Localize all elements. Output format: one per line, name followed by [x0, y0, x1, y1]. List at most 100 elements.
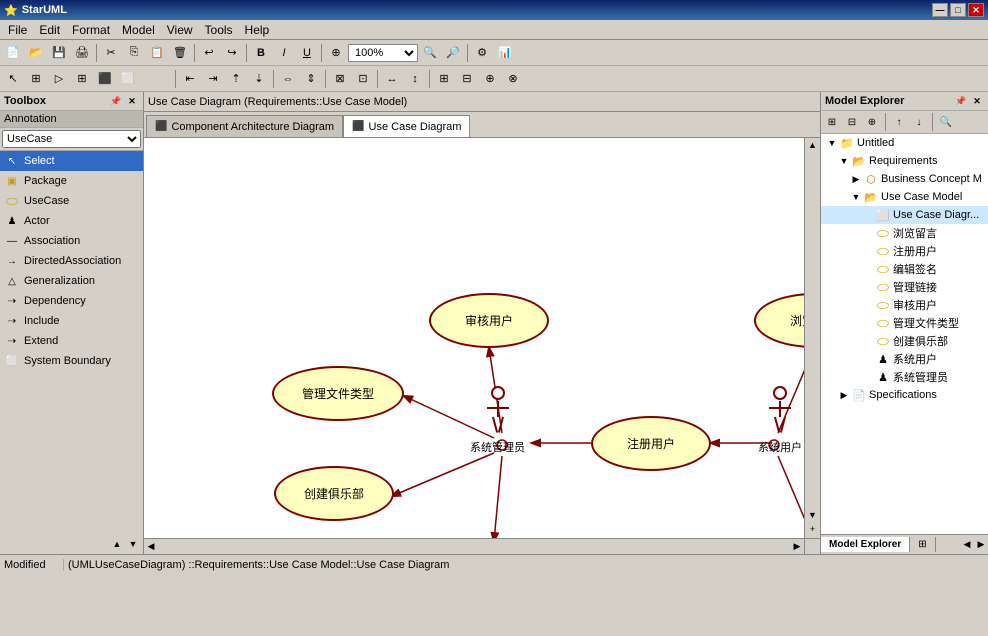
tree-exp-bc[interactable]: ▶: [849, 172, 863, 186]
tree-sysadmin[interactable]: ♟ 系统管理员: [821, 368, 988, 386]
usecase-create-club[interactable]: 创建俱乐部: [274, 466, 394, 521]
me-tab-explorer[interactable]: Model Explorer: [821, 537, 910, 552]
new-button[interactable]: 📄: [2, 42, 24, 64]
me-scroll-left[interactable]: ◀: [960, 538, 974, 552]
tree-requirements[interactable]: ▼ 📂 Requirements: [821, 152, 988, 170]
zoom-select[interactable]: 100% 75% 50% 150%: [348, 44, 418, 62]
toolbox-scroll-up[interactable]: ▲: [109, 536, 125, 552]
tb2-route2[interactable]: ↕: [404, 68, 426, 90]
me-tb4[interactable]: ↑: [890, 113, 908, 131]
zoom-out-button[interactable]: 🔎: [442, 42, 464, 64]
hscroll-left[interactable]: ◀: [144, 540, 158, 554]
tb2-b6[interactable]: ⬜: [117, 68, 139, 90]
diagram-canvas[interactable]: 审核用户 浏览留言 管理文件类型 注册用户 创建俱乐部: [144, 138, 820, 554]
tree-exp-ucd[interactable]: [861, 208, 875, 222]
tb2-size2[interactable]: ⊡: [352, 68, 374, 90]
tb2-align4[interactable]: ⇣: [248, 68, 270, 90]
menu-view[interactable]: View: [161, 21, 199, 39]
paste-button[interactable]: 📋: [146, 42, 168, 64]
cut-button[interactable]: ✂: [100, 42, 122, 64]
tree-exp-untitled[interactable]: ▼: [825, 136, 839, 150]
tab-component-arch[interactable]: ⬛ Component Architecture Diagram: [146, 115, 343, 137]
tree-create-club[interactable]: ⬭ 创建俱乐部: [821, 332, 988, 350]
tree-untitled[interactable]: ▼ 📁 Untitled: [821, 134, 988, 152]
actor-sysadmin[interactable]: 系统管理员: [470, 386, 525, 455]
tool-system-boundary[interactable]: ⬜ System Boundary: [0, 351, 143, 371]
toolbox-pin[interactable]: 📌: [109, 94, 123, 108]
tree-browse-msg[interactable]: ⬭ 浏览留言: [821, 224, 988, 242]
vscroll-down[interactable]: ▼: [806, 508, 820, 522]
tb-extra2[interactable]: 📊: [494, 42, 516, 64]
maximize-button[interactable]: □: [950, 3, 966, 17]
bold-button[interactable]: B: [250, 42, 272, 64]
tb2-dist1[interactable]: ⇔: [277, 68, 299, 90]
toolbox-scroll-down[interactable]: ▼: [125, 536, 141, 552]
tb2-extra1[interactable]: ⊞: [433, 68, 455, 90]
copy-button[interactable]: ⎘: [123, 42, 145, 64]
tb2-align1[interactable]: ⇤: [179, 68, 201, 90]
menu-model[interactable]: Model: [116, 21, 161, 39]
tool-actor[interactable]: ♟ Actor: [0, 211, 143, 231]
tree-exp-ucm[interactable]: ▼: [849, 190, 863, 204]
tb2-extra4[interactable]: ⊗: [502, 68, 524, 90]
usecase-audit[interactable]: 审核用户: [429, 293, 549, 348]
tree-ucmodel[interactable]: ▼ 📂 Use Case Model: [821, 188, 988, 206]
undo-button[interactable]: ↩: [198, 42, 220, 64]
tb2-b5[interactable]: ⬛: [94, 68, 116, 90]
tool-usecase[interactable]: ⬭ UseCase: [0, 191, 143, 211]
tb2-dist2[interactable]: ⇕: [300, 68, 322, 90]
tree-specs[interactable]: ▶ 📄 Specifications: [821, 386, 988, 404]
tool-association[interactable]: — Association: [0, 231, 143, 251]
tree-manage-lnk[interactable]: ⬭ 管理链接: [821, 278, 988, 296]
tool-generalization[interactable]: △ Generalization: [0, 271, 143, 291]
tab-use-case[interactable]: ⬛ Use Case Diagram: [343, 115, 470, 137]
tree-audit-usr[interactable]: ⬭ 审核用户: [821, 296, 988, 314]
menu-file[interactable]: File: [2, 21, 33, 39]
tb2-extra3[interactable]: ⊕: [479, 68, 501, 90]
menu-help[interactable]: Help: [239, 21, 276, 39]
menu-tools[interactable]: Tools: [199, 21, 239, 39]
tree-ucdiagram[interactable]: ⬜ Use Case Diagr...: [821, 206, 988, 224]
me-close[interactable]: ✕: [970, 94, 984, 108]
tree-bc[interactable]: ▶ ⬡ Business Concept M: [821, 170, 988, 188]
zoom-in-button[interactable]: 🔍: [419, 42, 441, 64]
tb-extra1[interactable]: ⚙: [471, 42, 493, 64]
tree-mgfile[interactable]: ⬭ 管理文件类型: [821, 314, 988, 332]
print-button[interactable]: 🖨: [71, 42, 93, 64]
save-button[interactable]: 💾: [48, 42, 70, 64]
italic-button[interactable]: I: [273, 42, 295, 64]
usecase-register[interactable]: 注册用户: [591, 416, 711, 471]
me-tb1[interactable]: ⊞: [823, 113, 841, 131]
tool-directed-assoc[interactable]: → DirectedAssociation: [0, 251, 143, 271]
menu-edit[interactable]: Edit: [33, 21, 66, 39]
tb2-extra2[interactable]: ⊟: [456, 68, 478, 90]
delete-button[interactable]: 🗑: [169, 42, 191, 64]
tool-extend[interactable]: ⇢ Extend: [0, 331, 143, 351]
canvas-expand[interactable]: +: [806, 522, 820, 536]
tree-edit-sig[interactable]: ⬭ 编辑签名: [821, 260, 988, 278]
tb2-b2[interactable]: ⊞: [25, 68, 47, 90]
open-button[interactable]: 📂: [25, 42, 47, 64]
tree-sysuser[interactable]: ♟ 系统用户: [821, 350, 988, 368]
me-pin[interactable]: 📌: [954, 94, 968, 108]
tb2-align2[interactable]: ⇥: [202, 68, 224, 90]
me-tab-extra[interactable]: ⊞: [910, 537, 935, 552]
tb2-size1[interactable]: ⊠: [329, 68, 351, 90]
tree-reg-user[interactable]: ⬭ 注册用户: [821, 242, 988, 260]
tb2-b4[interactable]: ⊞: [71, 68, 93, 90]
tool-select[interactable]: ↖ Select: [0, 151, 143, 171]
me-scroll-right[interactable]: ▶: [974, 538, 988, 552]
toolbox-close[interactable]: ✕: [125, 94, 139, 108]
zoom-fit-button[interactable]: ⊕: [325, 42, 347, 64]
tb2-b3[interactable]: ▷: [48, 68, 70, 90]
underline-button[interactable]: U: [296, 42, 318, 64]
tb2-align3[interactable]: ⇡: [225, 68, 247, 90]
menu-format[interactable]: Format: [66, 21, 116, 39]
toolbox-section-annotation[interactable]: Annotation: [0, 111, 143, 128]
redo-button[interactable]: ↪: [221, 42, 243, 64]
tb2-b1[interactable]: ↖: [2, 68, 24, 90]
tree-exp-req[interactable]: ▼: [837, 154, 851, 168]
tool-dependency[interactable]: ⇢ Dependency: [0, 291, 143, 311]
close-button[interactable]: ✕: [968, 3, 984, 17]
hscroll-right[interactable]: ▶: [790, 540, 804, 554]
